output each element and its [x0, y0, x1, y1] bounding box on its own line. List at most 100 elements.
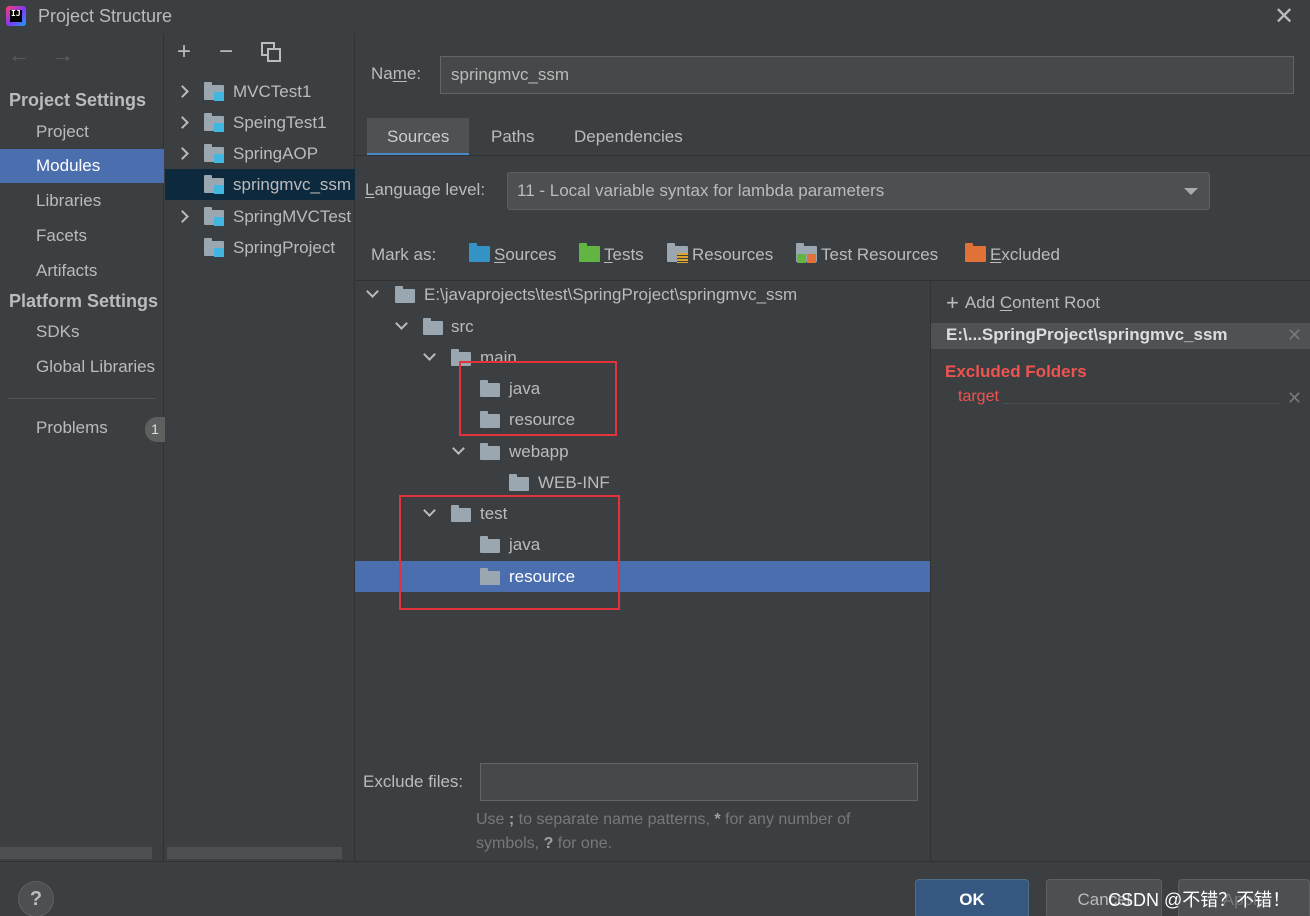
chevron-right-icon[interactable] — [175, 76, 189, 107]
mark-sources-button[interactable]: Sources — [469, 243, 556, 265]
resources-folder-icon — [667, 243, 688, 263]
tree-row-main-java[interactable]: java — [355, 373, 930, 404]
add-module-icon[interactable]: + — [177, 40, 191, 64]
add-content-root-button[interactable]: + Add Content Root — [946, 290, 1100, 316]
folder-icon — [480, 443, 500, 460]
exclude-files-label: Exclude files: — [363, 772, 464, 791]
module-row[interactable]: SpeingTest1 — [165, 107, 355, 138]
mark-as-label: Mark as: — [371, 245, 437, 264]
module-icon — [204, 175, 226, 194]
tree-row-main-resource[interactable]: resource — [355, 404, 930, 435]
module-icon — [204, 82, 226, 101]
module-row-selected[interactable]: springmvc_ssm — [165, 169, 355, 200]
sidebar-item-problems[interactable]: Problems — [0, 411, 164, 445]
tab-sources[interactable]: Sources — [367, 118, 470, 156]
window-title: Project Structure — [38, 6, 173, 26]
tree-label: E:\javaprojects\test\SpringProject\sprin… — [424, 285, 798, 304]
sources-folder-icon — [469, 243, 490, 262]
problems-count-badge: 1 — [145, 417, 165, 442]
back-arrow-icon[interactable]: ← — [8, 42, 30, 68]
dropdown-arrow-icon[interactable] — [1184, 188, 1198, 195]
module-label: SpringAOP — [233, 144, 319, 163]
tree-row-webapp[interactable]: webapp — [355, 436, 930, 467]
remove-module-icon[interactable]: − — [219, 40, 233, 64]
module-row[interactable]: SpringMVCTest — [165, 201, 355, 232]
chevron-down-icon[interactable] — [422, 342, 436, 373]
module-label: SpeingTest1 — [233, 113, 327, 132]
folder-icon — [509, 474, 529, 491]
sidebar-item-artifacts[interactable]: Artifacts — [0, 254, 164, 288]
help-button[interactable]: ? — [18, 881, 54, 916]
chevron-right-icon[interactable] — [175, 107, 189, 138]
module-row[interactable]: SpringProject — [165, 232, 355, 263]
mark-excluded-button[interactable]: Excluded — [965, 243, 1060, 265]
copy-module-icon[interactable] — [261, 42, 281, 62]
module-icon — [204, 207, 226, 226]
tree-label: src — [451, 317, 474, 336]
tree-row-src[interactable]: src — [355, 311, 930, 342]
folder-icon — [395, 286, 415, 303]
module-label: SpringProject — [233, 238, 336, 257]
chevron-right-icon[interactable] — [175, 201, 189, 232]
forward-arrow-icon[interactable]: → — [52, 42, 74, 68]
title-bar — [0, 0, 1310, 34]
dotted-leader — [1004, 403, 1280, 404]
excluded-folder-icon — [965, 243, 986, 262]
test-resources-folder-icon — [796, 243, 817, 263]
exclude-files-input[interactable] — [480, 763, 918, 801]
tree-row-main[interactable]: main — [355, 342, 930, 373]
sidebar-item-facets[interactable]: Facets — [0, 219, 164, 253]
watermark-text: CSDN @不错？不错！ — [1108, 890, 1291, 910]
sidebar-item-global-libraries[interactable]: Global Libraries — [0, 350, 164, 384]
chevron-down-icon[interactable] — [394, 311, 408, 342]
module-row[interactable]: SpringAOP — [165, 138, 355, 169]
ok-button[interactable]: OK — [915, 879, 1029, 916]
close-icon[interactable]: ✕ — [1274, 2, 1294, 31]
tree-row-web-inf[interactable]: WEB-INF — [355, 467, 930, 498]
chevron-right-icon[interactable] — [175, 138, 189, 169]
mark-tests-button[interactable]: Tests — [579, 243, 644, 265]
module-icon — [204, 113, 226, 132]
language-level-label: Language level: — [365, 180, 486, 199]
sidebar-scrollbar[interactable] — [0, 847, 152, 859]
annotation-box — [399, 495, 620, 610]
platform-settings-heading: Platform Settings — [9, 291, 159, 311]
mark-resources-button[interactable]: Resources — [667, 243, 773, 265]
module-list-scrollbar[interactable] — [167, 847, 342, 859]
module-icon — [204, 238, 226, 257]
annotation-box — [459, 361, 617, 436]
module-row[interactable]: MVCTest1 — [165, 76, 355, 107]
tabs-divider — [355, 155, 1310, 156]
language-level-select[interactable]: 11 - Local variable syntax for lambda pa… — [507, 172, 1210, 210]
module-name-input[interactable] — [440, 56, 1294, 94]
chevron-down-icon[interactable] — [365, 279, 379, 310]
plus-icon: + — [946, 290, 959, 315]
sidebar-item-project[interactable]: Project — [0, 115, 164, 149]
excluded-folder-item[interactable]: target — [958, 388, 999, 406]
remove-excluded-folder-icon[interactable]: ✕ — [1287, 388, 1302, 409]
sidebar-item-modules[interactable]: Modules — [0, 149, 164, 183]
tree-row-root[interactable]: E:\javaprojects\test\SpringProject\sprin… — [355, 279, 930, 310]
sidebar-item-libraries[interactable]: Libraries — [0, 184, 164, 218]
intellij-logo-icon: IJ — [6, 6, 26, 26]
module-icon — [204, 144, 226, 163]
tree-label: webapp — [509, 442, 569, 461]
chevron-down-icon[interactable] — [451, 436, 465, 467]
folder-icon — [423, 318, 443, 335]
name-label: Name: — [371, 64, 422, 83]
tab-paths[interactable]: Paths — [471, 118, 554, 156]
project-settings-heading: Project Settings — [9, 90, 147, 110]
tab-dependencies[interactable]: Dependencies — [554, 118, 703, 156]
tests-folder-icon — [579, 243, 600, 262]
module-label: SpringMVCTest — [233, 207, 352, 226]
module-label: MVCTest1 — [233, 82, 312, 101]
remove-content-root-icon[interactable]: ✕ — [1287, 325, 1302, 346]
exclude-files-hint: Use ; to separate name patterns, * for a… — [476, 811, 851, 852]
content-root-path: E:\...SpringProject\springmvc_ssm — [946, 325, 1228, 344]
tree-label: WEB-INF — [538, 473, 610, 492]
excluded-folders-heading: Excluded Folders — [945, 362, 1087, 381]
sidebar-item-sdks[interactable]: SDKs — [0, 315, 164, 349]
module-label: springmvc_ssm — [233, 175, 352, 194]
sidebar-divider — [8, 398, 156, 399]
mark-test-resources-button[interactable]: Test Resources — [796, 243, 938, 265]
